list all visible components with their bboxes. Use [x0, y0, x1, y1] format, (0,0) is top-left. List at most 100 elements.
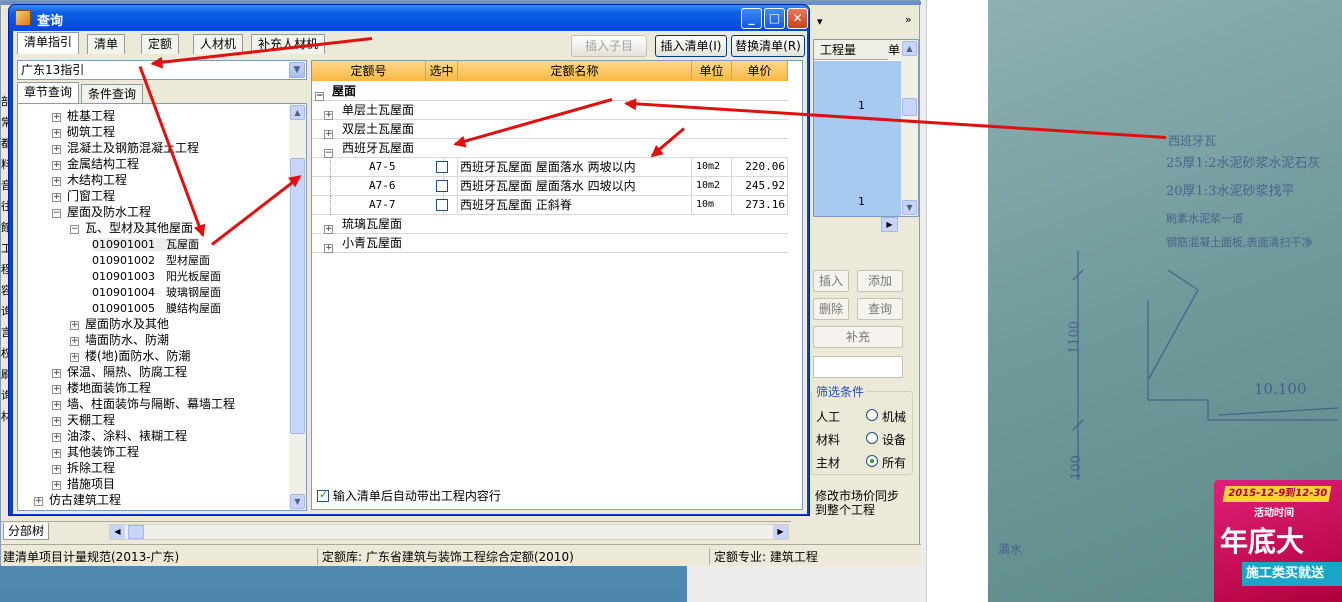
header-price[interactable]: 单价 — [732, 61, 788, 81]
expand-icon[interactable]: + — [52, 177, 61, 186]
hscroll-thumb[interactable] — [128, 525, 144, 539]
quota-checkbox[interactable] — [435, 161, 448, 173]
hscroll-right-icon[interactable]: ▶ — [881, 217, 898, 232]
expand-icon[interactable]: + — [52, 129, 61, 138]
maximize-icon[interactable]: □ — [764, 8, 785, 29]
expand-icon[interactable]: + — [52, 145, 61, 154]
minimize-icon[interactable]: _ — [741, 8, 762, 29]
chevron-down-icon[interactable]: ▼ — [289, 62, 305, 78]
tree-item[interactable]: 010901002 型材屋面 — [92, 252, 210, 268]
tree-item[interactable]: 010901005 膜结构屋面 — [92, 300, 221, 316]
tree-item[interactable]: + 屋面防水及其他 — [70, 316, 169, 332]
grid-selected-area[interactable]: 1 1 — [814, 61, 902, 216]
filter-equipment[interactable]: 设备 — [882, 431, 906, 448]
filter-main-material[interactable]: 主材 — [816, 454, 840, 471]
tab-quota[interactable]: 定额 — [141, 34, 180, 54]
replace-list-button[interactable]: 替换清单(R) — [731, 35, 805, 57]
expand-icon[interactable]: + — [52, 433, 61, 442]
supplement-button[interactable]: 补充 — [813, 326, 903, 348]
dialog-titlebar[interactable]: 查询 _ □ ✕ — [9, 5, 809, 31]
quota-select[interactable] — [426, 177, 458, 196]
tab-list[interactable]: 清单 — [87, 34, 126, 54]
expand-icon[interactable]: + — [52, 385, 61, 394]
tree-item[interactable]: + 楼地面装饰工程 — [52, 380, 151, 396]
grid-root-row[interactable]: − 屋面 — [312, 82, 788, 101]
scroll-up-icon[interactable]: ▲ — [290, 105, 305, 120]
quota-row[interactable]: A7-6 西班牙瓦屋面 屋面落水 四坡以内 10m2 245.92 — [312, 177, 788, 196]
tree-item[interactable]: + 金属结构工程 — [52, 156, 139, 172]
main-grid-scrollbar[interactable]: ▲ ▼ — [901, 40, 918, 216]
modify-price-label[interactable]: 修改市场价同步 到整个工程 — [815, 489, 899, 517]
subtab-condition[interactable]: 条件查询 — [81, 84, 144, 103]
tree-scrollbar[interactable]: ▲ ▼ — [289, 104, 306, 510]
insert-child-button[interactable]: 插入子目 — [571, 35, 647, 57]
expand-icon[interactable]: + — [70, 353, 79, 362]
grid-group-row[interactable]: + 琉璃瓦屋面 — [312, 215, 788, 234]
scroll-thumb[interactable] — [902, 98, 917, 116]
tree-item[interactable]: + 措施项目 — [52, 476, 115, 492]
tab-labor-material[interactable]: 人材机 — [193, 34, 244, 54]
quota-grid[interactable]: 定额号 选中 定额名称 单位 单价 − 屋面 + 单层土瓦屋面 + 双层土瓦屋面 − 西班… — [311, 60, 803, 510]
quota-checkbox[interactable] — [435, 199, 448, 211]
subtab-chapter[interactable]: 章节查询 — [17, 82, 80, 103]
tree-item[interactable]: + 砌筑工程 — [52, 124, 115, 140]
scroll-down-icon[interactable]: ▼ — [902, 200, 917, 215]
tree-item[interactable]: + 仿古建筑工程 — [34, 492, 121, 508]
header-quota-code[interactable]: 定额号 — [312, 61, 426, 81]
tab-list-guide[interactable]: 清单指引 — [17, 32, 80, 54]
promo-banner[interactable]: 2015-12-9到12-30 活动时间 年底大 施工类买就送 — [1214, 480, 1342, 602]
insert-button[interactable]: 插入 — [813, 270, 849, 292]
expand-icon[interactable]: + — [52, 161, 61, 170]
expand-icon[interactable]: + — [52, 449, 61, 458]
expand-icon[interactable]: + — [52, 481, 61, 490]
tree-item[interactable]: 010901004 玻璃钢屋面 — [92, 284, 221, 300]
quota-checkbox[interactable] — [435, 180, 448, 192]
tab-division-tree[interactable]: 分部树 — [3, 523, 50, 540]
grid-group-row[interactable]: − 西班牙瓦屋面 — [312, 139, 788, 158]
tree-item[interactable]: − 屋面及防水工程 — [52, 204, 151, 220]
tree-item[interactable]: + 楼(地)面防水、防潮 — [70, 348, 190, 364]
header-unit[interactable]: 单位 — [692, 61, 732, 81]
scroll-right-icon[interactable]: ▶ — [773, 525, 788, 539]
expand-icon[interactable]: + — [52, 417, 61, 426]
quota-row[interactable]: A7-7 西班牙瓦屋面 正斜脊 10m 273.16 — [312, 196, 788, 215]
tree-item[interactable]: + 拆除工程 — [52, 460, 115, 476]
add-button[interactable]: 添加 — [857, 270, 903, 292]
scroll-down-icon[interactable]: ▼ — [290, 494, 305, 509]
tree-item[interactable]: + 木结构工程 — [52, 172, 127, 188]
expand-icon[interactable]: + — [34, 497, 43, 506]
filter-labor[interactable]: 人工 — [816, 408, 840, 425]
tree-item[interactable]: + 桩基工程 — [52, 108, 115, 124]
header-quota-name[interactable]: 定额名称 — [458, 61, 692, 81]
scroll-up-icon[interactable]: ▲ — [902, 41, 917, 56]
tree-item[interactable]: + 其他装饰工程 — [52, 444, 139, 460]
quota-select[interactable] — [426, 196, 458, 215]
grid-group-row[interactable]: + 双层土瓦屋面 — [312, 120, 788, 139]
tree-item[interactable]: 010901003 阳光板屋面 — [92, 268, 221, 284]
filter-machine[interactable]: 机械 — [882, 408, 906, 425]
query-button[interactable]: 查询 — [857, 298, 903, 320]
auto-content-option[interactable]: ✓ 输入清单后自动带出工程内容行 — [317, 487, 501, 504]
tree-item[interactable]: + 混凝土及钢筋混凝土工程 — [52, 140, 199, 156]
scroll-left-icon[interactable]: ◀ — [110, 525, 125, 539]
tree-item[interactable]: + 保温、隔热、防腐工程 — [52, 364, 187, 380]
grid-group-row[interactable]: + 小青瓦屋面 — [312, 234, 788, 253]
expand-icon[interactable]: + — [70, 337, 79, 346]
radio-equipment[interactable] — [866, 432, 878, 444]
expand-icon[interactable]: + — [70, 321, 79, 330]
filter-material[interactable]: 材料 — [816, 431, 840, 448]
chapter-tree[interactable]: ▲ ▼ + 桩基工程 + 砌筑工程 + 混凝土及钢筋混凝土工程 + 金属结构工程 + 木结构工程 +… — [17, 103, 307, 511]
radio-machine[interactable] — [866, 409, 878, 421]
expand-icon[interactable]: + — [52, 193, 61, 202]
tree-item[interactable]: + 墙面防水、防潮 — [70, 332, 169, 348]
expand-icon[interactable]: + — [52, 401, 61, 410]
tree-item[interactable]: + 油漆、涂料、裱糊工程 — [52, 428, 187, 444]
close-icon[interactable]: ✕ — [787, 8, 808, 29]
delete-button[interactable]: 删除 — [813, 298, 849, 320]
expand-icon[interactable]: + — [52, 369, 61, 378]
expand-icon[interactable]: + — [324, 238, 339, 256]
header-select[interactable]: 选中 — [426, 61, 458, 81]
collapse-icon[interactable]: − — [70, 225, 79, 234]
expand-icon[interactable]: + — [52, 113, 61, 122]
tree-item[interactable]: − 瓦、型材及其他屋面 — [70, 220, 193, 236]
